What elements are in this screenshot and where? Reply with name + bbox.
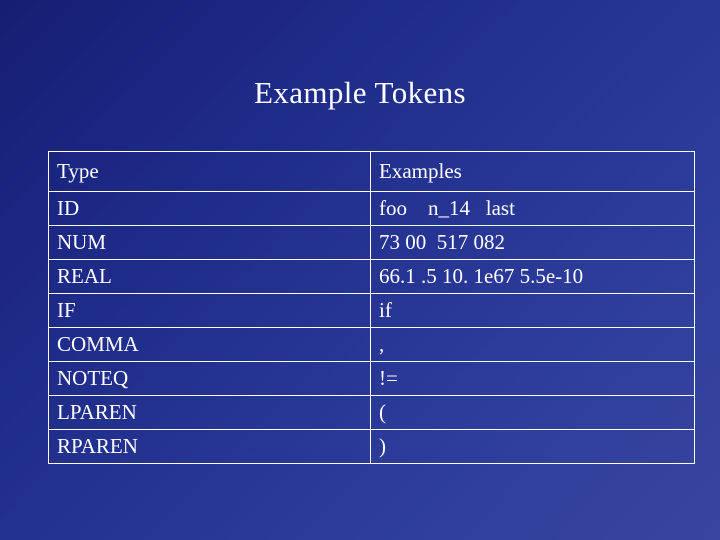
cell-token-type: REAL — [48, 259, 371, 294]
cell-token-type: IF — [48, 293, 371, 328]
cell-token-type: ID — [48, 191, 371, 226]
table-row: NUM 73 00 517 082 — [48, 225, 695, 260]
column-header-examples: Examples — [370, 151, 695, 192]
table-row: IF if — [48, 293, 695, 328]
slide: Example Tokens Type Examples ID foo n_14… — [0, 0, 720, 540]
cell-token-type: NUM — [48, 225, 371, 260]
column-header-type: Type — [48, 151, 371, 192]
cell-token-examples: != — [370, 361, 695, 396]
cell-token-examples: , — [370, 327, 695, 362]
cell-token-examples: 66.1 .5 10. 1e67 5.5e-10 — [370, 259, 695, 294]
table-row: RPAREN ) — [48, 429, 695, 464]
table-row: LPAREN ( — [48, 395, 695, 430]
table-row: NOTEQ != — [48, 361, 695, 396]
page-title: Example Tokens — [253, 75, 467, 110]
cell-token-examples: ( — [370, 395, 695, 430]
cell-token-type: NOTEQ — [48, 361, 371, 396]
table-row: ID foo n_14 last — [48, 191, 695, 226]
cell-token-type: LPAREN — [48, 395, 371, 430]
cell-token-examples: foo n_14 last — [370, 191, 695, 226]
cell-token-type: COMMA — [48, 327, 371, 362]
cell-token-examples: if — [370, 293, 695, 328]
cell-token-type: RPAREN — [48, 429, 371, 464]
table-header-row: Type Examples — [48, 151, 695, 192]
cell-token-examples: ) — [370, 429, 695, 464]
table-row: REAL 66.1 .5 10. 1e67 5.5e-10 — [48, 259, 695, 294]
tokens-table: Type Examples ID foo n_14 last NUM 73 00… — [48, 151, 695, 464]
cell-token-examples: 73 00 517 082 — [370, 225, 695, 260]
table-row: COMMA , — [48, 327, 695, 362]
